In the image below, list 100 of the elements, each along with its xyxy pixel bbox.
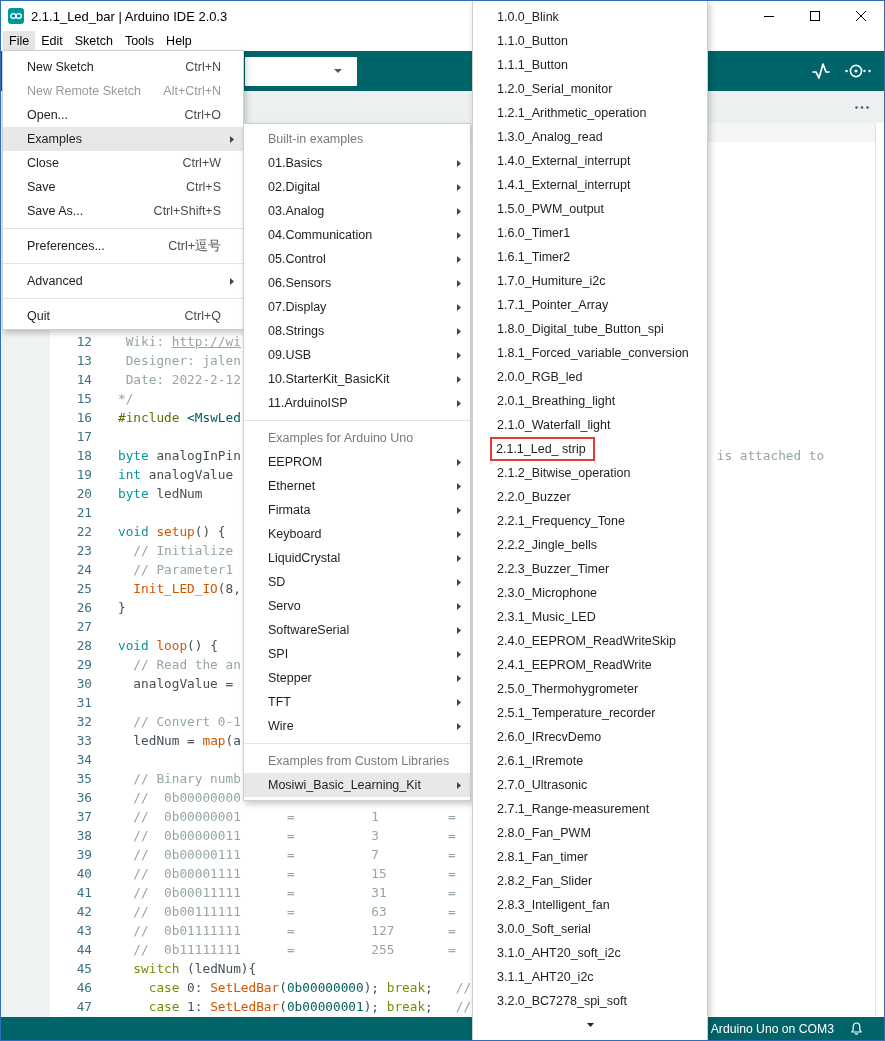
menu-item[interactable]: 2.8.0_Fan_PWM bbox=[497, 824, 591, 842]
menu-bar-item[interactable]: Help bbox=[160, 31, 198, 51]
menu-item[interactable]: 06.Sensors bbox=[244, 271, 470, 295]
menu-item[interactable]: New Sketch Ctrl+N bbox=[3, 55, 243, 79]
menu-item[interactable]: 1.7.0_Humiture_i2c bbox=[497, 272, 606, 290]
caret-right-icon bbox=[457, 231, 461, 239]
menu-item[interactable]: Servo bbox=[244, 594, 470, 618]
menu-item[interactable]: 1.8.1_Forced_variable_conversion bbox=[497, 344, 689, 362]
menu-item[interactable]: 1.3.0_Analog_read bbox=[497, 128, 603, 146]
menu-item[interactable]: Advanced bbox=[3, 269, 243, 293]
menu-item[interactable]: Close Ctrl+W bbox=[3, 151, 243, 175]
menu-item[interactable]: 2.3.0_Microphone bbox=[497, 584, 598, 602]
menu-item[interactable]: 2.6.0_IRrecvDemo bbox=[497, 728, 602, 746]
menu-bar-item[interactable]: Tools bbox=[118, 31, 161, 51]
menu-item[interactable]: SPI bbox=[244, 642, 470, 666]
menu-item[interactable]: 2.4.0_EEPROM_ReadWriteSkip bbox=[497, 632, 677, 650]
menu-item[interactable]: 1.1.1_Button bbox=[497, 56, 568, 74]
line-number: 47 bbox=[76, 998, 93, 1016]
menu-item[interactable]: Ethernet bbox=[244, 474, 470, 498]
menu-item[interactable]: Wire bbox=[244, 714, 470, 738]
line-number: 42 bbox=[76, 903, 93, 921]
menu-item[interactable]: 1.2.1_Arithmetic_operation bbox=[497, 104, 647, 122]
code-line: // Read the an bbox=[132, 656, 241, 674]
menu-item[interactable]: Save As... Ctrl+Shift+S bbox=[3, 199, 243, 223]
menu-item[interactable]: 1.5.0_PWM_output bbox=[497, 200, 604, 218]
menu-item[interactable]: Mosiwi_Basic_Learning_Kit bbox=[244, 773, 470, 797]
menu-item[interactable]: 01.Basics bbox=[244, 151, 470, 175]
menu-item[interactable]: SoftwareSerial bbox=[244, 618, 470, 642]
menu-item[interactable]: 2.0.0_RGB_led bbox=[497, 368, 583, 386]
menu-item[interactable]: 09.USB bbox=[244, 343, 470, 367]
menu-item[interactable]: 2.4.1_EEPROM_ReadWrite bbox=[497, 656, 652, 674]
caret-down-icon[interactable] bbox=[586, 1023, 594, 1027]
menu-item[interactable]: 2.1.1_Led_ strip bbox=[490, 437, 595, 461]
menu-item[interactable]: 2.2.2_Jingle_bells bbox=[497, 536, 598, 554]
code-line: switch (ledNum){ bbox=[132, 960, 257, 978]
menu-item[interactable]: 02.Digital bbox=[244, 175, 470, 199]
menu-item[interactable]: 2.1.0_Waterfall_light bbox=[497, 416, 611, 434]
menu-item[interactable]: Open... Ctrl+O bbox=[3, 103, 243, 127]
bell-icon[interactable] bbox=[851, 1022, 862, 1035]
menu-item[interactable]: 2.7.0_Ultrasonic bbox=[497, 776, 588, 794]
menu-item[interactable]: 1.8.0_Digital_tube_Button_spi bbox=[497, 320, 664, 338]
menu-item[interactable]: Quit Ctrl+Q bbox=[3, 304, 243, 328]
maximize-icon[interactable] bbox=[810, 11, 820, 21]
menu-item[interactable]: TFT bbox=[244, 690, 470, 714]
menu-item[interactable]: Preferences... Ctrl+逗号 bbox=[3, 234, 243, 258]
menu-item[interactable]: 10.StarterKit_BasicKit bbox=[244, 367, 470, 391]
menu-item[interactable]: 3.2.0_BC7278_spi_soft bbox=[497, 992, 627, 1010]
caret-right-icon bbox=[457, 399, 461, 407]
minimize-icon[interactable] bbox=[764, 15, 774, 17]
menu-item[interactable]: 2.7.1_Range-measurement bbox=[497, 800, 650, 818]
menu-item[interactable]: 2.2.1_Frequency_Tone bbox=[497, 512, 625, 530]
menu-item[interactable]: 2.2.3_Buzzer_Timer bbox=[497, 560, 610, 578]
menu-item[interactable]: 1.4.0_External_interrupt bbox=[497, 152, 631, 170]
target-icon[interactable] bbox=[845, 64, 871, 78]
menu-item[interactable]: 2.0.1_Breathing_light bbox=[497, 392, 616, 410]
menu-bar-item[interactable]: File bbox=[3, 31, 36, 51]
menu-item[interactable]: 1.2.0_Serial_monitor bbox=[497, 80, 613, 98]
menu-item[interactable]: 03.Analog bbox=[244, 199, 470, 223]
menu-item[interactable]: 2.5.1_Temperature_recorder bbox=[497, 704, 656, 722]
menu-item[interactable]: Firmata bbox=[244, 498, 470, 522]
menu-item[interactable]: 1.6.1_Timer2 bbox=[497, 248, 571, 266]
menu-item[interactable]: 11.ArduinoISP bbox=[244, 391, 470, 415]
menu-item[interactable]: 1.7.1_Pointer_Array bbox=[497, 296, 609, 314]
menu-item[interactable]: 2.2.0_Buzzer bbox=[497, 488, 571, 506]
menu-bar-item[interactable]: Sketch bbox=[68, 31, 119, 51]
menu-item[interactable]: 05.Control bbox=[244, 247, 470, 271]
menu-item[interactable]: 2.8.1_Fan_timer bbox=[497, 848, 589, 866]
menu-item[interactable]: 1.4.1_External_interrupt bbox=[497, 176, 631, 194]
menu-item[interactable]: Keyboard bbox=[244, 522, 470, 546]
code-line: // 0b00000011 = 3 = bbox=[132, 827, 456, 845]
menu-item[interactable]: 2.5.0_Thermohygrometer bbox=[497, 680, 639, 698]
code-line: void loop() { bbox=[118, 637, 218, 655]
pulse-icon[interactable] bbox=[812, 62, 830, 80]
close-icon[interactable] bbox=[856, 11, 866, 21]
menu-item[interactable]: 2.3.1_Music_LED bbox=[497, 608, 596, 626]
menu-item[interactable]: 2.6.1_IRremote bbox=[497, 752, 584, 770]
menu-item[interactable]: 08.Strings bbox=[244, 319, 470, 343]
menu-item[interactable]: 3.1.0_AHT20_soft_i2c bbox=[497, 944, 621, 962]
line-number: 40 bbox=[76, 865, 93, 883]
menu-item[interactable]: LiquidCrystal bbox=[244, 546, 470, 570]
menu-item[interactable]: 1.6.0_Timer1 bbox=[497, 224, 571, 242]
menu-item[interactable]: Save Ctrl+S bbox=[3, 175, 243, 199]
board-select[interactable] bbox=[245, 56, 357, 86]
more-icon[interactable] bbox=[855, 105, 869, 109]
menu-item[interactable]: 2.8.2_Fan_Slider bbox=[497, 872, 593, 890]
menu-item[interactable]: 07.Display bbox=[244, 295, 470, 319]
menu-item[interactable]: 1.0.0_Blink bbox=[497, 8, 559, 26]
menu-item[interactable]: 3.0.0_Soft_serial bbox=[497, 920, 591, 938]
menu-bar-item[interactable]: Edit bbox=[35, 31, 69, 51]
menu-item[interactable]: EEPROM bbox=[244, 450, 470, 474]
code-line: // Initialize bbox=[132, 542, 234, 560]
menu-item[interactable]: 2.8.3_Intelligent_fan bbox=[497, 896, 610, 914]
menu-item[interactable]: Examples bbox=[3, 127, 243, 151]
menu-item[interactable]: 3.1.1_AHT20_i2c bbox=[497, 968, 594, 986]
menu-item[interactable]: Stepper bbox=[244, 666, 470, 690]
menu-item[interactable]: SD bbox=[244, 570, 470, 594]
menu-item[interactable]: 04.Communication bbox=[244, 223, 470, 247]
menu-item[interactable]: 2.1.2_Bitwise_operation bbox=[497, 464, 631, 482]
line-number: 36 bbox=[76, 789, 93, 807]
menu-item[interactable]: 1.1.0_Button bbox=[497, 32, 568, 50]
